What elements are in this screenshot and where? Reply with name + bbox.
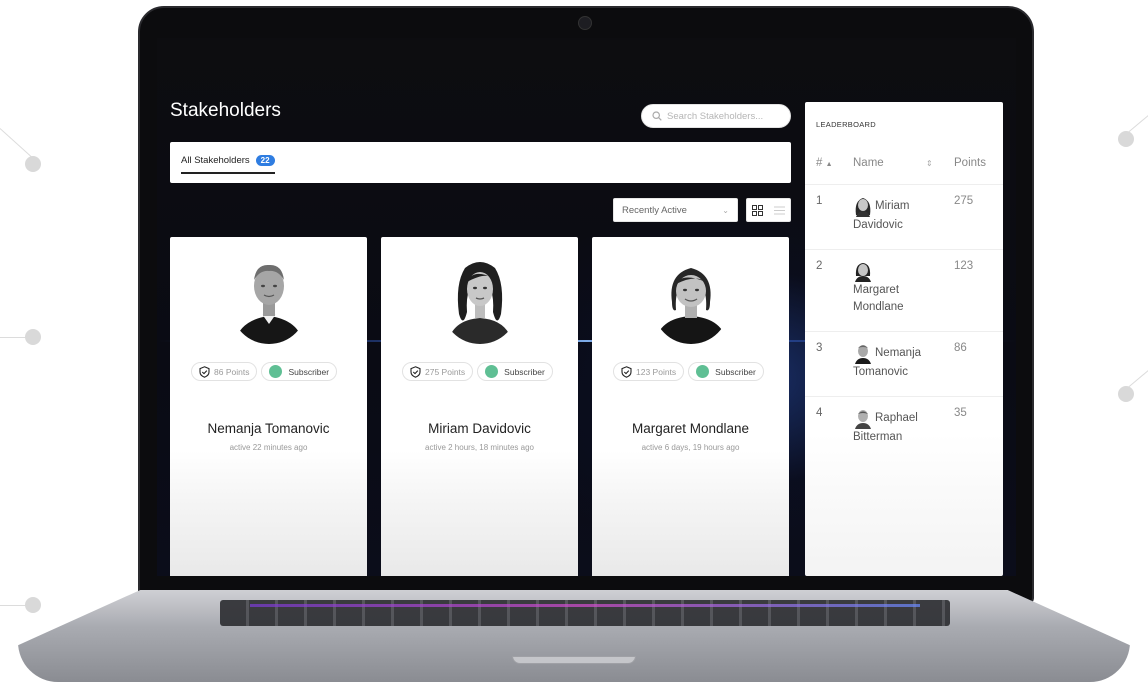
points-badge: 86 Points xyxy=(191,362,258,381)
avatar xyxy=(653,268,729,344)
points-badge: 123 Points xyxy=(613,362,685,381)
search-icon xyxy=(652,111,662,121)
search-box[interactable] xyxy=(641,104,791,128)
row-rank: 4 xyxy=(816,407,823,419)
stakeholder-card[interactable]: 86 Points Subscriber Nemanja Tomanovic a… xyxy=(170,237,367,576)
page-title: Stakeholders xyxy=(170,100,281,121)
sort-select[interactable]: Recently Active ⌄ xyxy=(613,198,738,222)
decor-line xyxy=(0,337,28,338)
decor-dot xyxy=(1118,131,1134,147)
decor-dot xyxy=(25,597,41,613)
row-first-name: Nemanja xyxy=(875,347,922,360)
card-badges: 123 Points Subscriber xyxy=(613,362,764,381)
row-first-name: Margaret xyxy=(853,284,900,296)
row-last-name: Mondlane xyxy=(853,301,904,313)
role-badge: Subscriber xyxy=(688,362,764,381)
row-rank: 1 xyxy=(816,195,823,207)
avatar xyxy=(231,264,307,344)
decor-dot xyxy=(25,329,41,345)
count-badge: 22 xyxy=(255,155,275,166)
keyboard-backlight xyxy=(250,604,920,607)
leaderboard-row[interactable]: 2 Margaret Mondlane 123 xyxy=(805,249,1003,331)
row-rank: 2 xyxy=(816,260,823,272)
tab-label: All Stakeholders xyxy=(181,155,250,166)
leaderboard-row[interactable]: 1 Miriam Davidovic 275 xyxy=(805,184,1003,249)
points-label: 86 Points xyxy=(214,366,250,377)
screen: Stakeholders All Stakeholders 22 Recentl… xyxy=(157,38,1016,576)
role-badge: Subscriber xyxy=(477,362,553,381)
sort-toggle-icon[interactable]: ⇕ xyxy=(926,159,933,168)
role-label: Subscriber xyxy=(504,366,545,377)
header-name[interactable]: Name xyxy=(853,157,884,169)
leaderboard-title: LEADERBOARD xyxy=(816,120,876,129)
row-first-name: Miriam xyxy=(875,200,910,213)
card-name[interactable]: Margaret Mondlane xyxy=(592,421,789,436)
header-rank-label: # xyxy=(816,157,823,169)
card-last-active: active 2 hours, 18 minutes ago xyxy=(425,443,534,452)
shield-check-icon xyxy=(410,365,421,378)
stakeholder-card[interactable]: 275 Points Subscriber Miriam Davidovic a… xyxy=(381,237,578,576)
leaderboard-row[interactable]: 4 Raphael Bitterman 35 xyxy=(805,396,1003,461)
row-points: 86 xyxy=(954,342,967,354)
role-label: Subscriber xyxy=(715,366,756,377)
avatar xyxy=(442,262,518,344)
header-rank[interactable]: # ▲ xyxy=(816,157,833,169)
row-last-name: Davidovic xyxy=(853,219,903,231)
points-badge: 275 Points xyxy=(402,362,474,381)
row-points: 123 xyxy=(954,260,974,272)
role-badge: Subscriber xyxy=(261,362,338,381)
decor-line xyxy=(1127,112,1148,133)
avatar-icon xyxy=(855,345,871,364)
row-last-name: Bitterman xyxy=(853,431,903,443)
leaderboard: LEADERBOARD # ▲ Name ⇕ Points 1 Miriam D… xyxy=(805,102,1003,576)
avatar-icon xyxy=(855,410,871,429)
points-label: 275 Points xyxy=(425,366,466,377)
camera-icon xyxy=(578,16,592,30)
row-name: Miriam Davidovic xyxy=(853,195,943,234)
chevron-down-icon: ⌄ xyxy=(722,205,729,215)
row-first-name: Raphael xyxy=(875,412,918,425)
decor-dot xyxy=(1118,386,1134,402)
role-label: Subscriber xyxy=(288,366,330,377)
sort-arrow-icon: ▲ xyxy=(825,161,833,168)
header-points[interactable]: Points xyxy=(954,157,986,169)
role-dot-icon xyxy=(485,365,499,378)
shield-check-icon xyxy=(199,365,210,378)
shield-check-icon xyxy=(621,365,632,378)
avatar-icon xyxy=(855,198,871,217)
leaderboard-row[interactable]: 3 Nemanja Tomanovic 86 xyxy=(805,331,1003,396)
row-name: Margaret Mondlane xyxy=(853,260,943,316)
stakeholder-card[interactable]: 123 Points Subscriber Margaret Mondlane … xyxy=(592,237,789,576)
row-rank: 3 xyxy=(816,342,823,354)
card-last-active: active 6 days, 19 hours ago xyxy=(641,443,740,452)
grid-view-icon[interactable] xyxy=(752,204,764,216)
tabs-bar: All Stakeholders 22 xyxy=(170,142,791,183)
tab-all-stakeholders[interactable]: All Stakeholders 22 xyxy=(181,155,275,174)
row-points: 35 xyxy=(954,407,967,419)
decor-line xyxy=(0,605,28,606)
stage: Stakeholders All Stakeholders 22 Recentl… xyxy=(0,0,1148,689)
card-name[interactable]: Nemanja Tomanovic xyxy=(170,421,367,436)
card-last-active: active 22 minutes ago xyxy=(229,443,308,452)
row-name: Raphael Bitterman xyxy=(853,407,943,446)
decor-dot xyxy=(25,156,41,172)
list-view-icon[interactable] xyxy=(773,205,785,216)
header-points-label: Points xyxy=(954,157,986,169)
header-name-label: Name xyxy=(853,157,884,169)
points-label: 123 Points xyxy=(636,366,677,377)
search-input[interactable] xyxy=(667,110,779,122)
laptop-notch xyxy=(512,656,636,664)
card-name[interactable]: Miriam Davidovic xyxy=(381,421,578,436)
card-badges: 86 Points Subscriber xyxy=(191,362,338,381)
view-toggle xyxy=(746,198,791,222)
sort-select-value: Recently Active xyxy=(622,204,687,216)
row-name: Nemanja Tomanovic xyxy=(853,342,943,381)
avatar-icon xyxy=(855,263,871,282)
row-last-name: Tomanovic xyxy=(853,366,908,378)
decor-line xyxy=(1127,367,1148,388)
row-points: 275 xyxy=(954,195,974,207)
card-badges: 275 Points Subscriber xyxy=(402,362,553,381)
role-dot-icon xyxy=(269,365,283,378)
role-dot-icon xyxy=(696,365,710,378)
